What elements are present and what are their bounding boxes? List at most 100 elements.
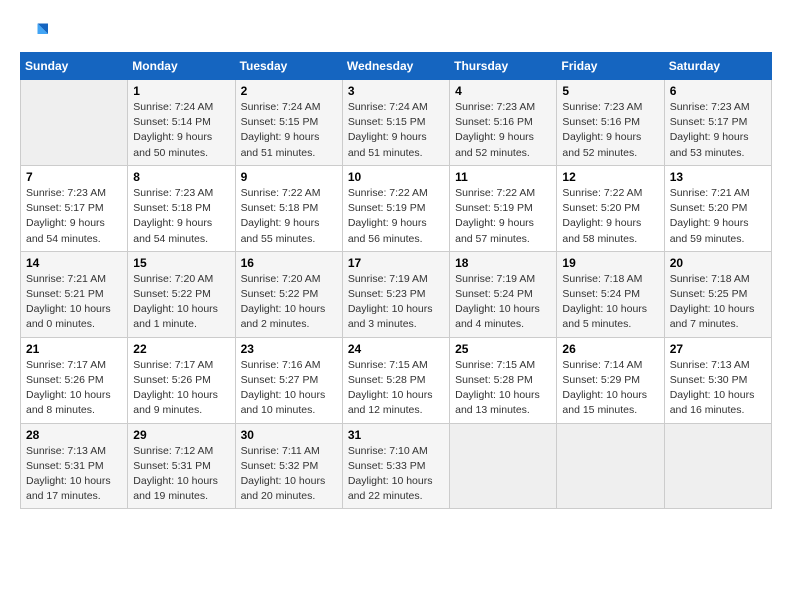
calendar-cell: 23 Sunrise: 7:16 AMSunset: 5:27 PMDayligh… [235,337,342,423]
page-header [20,20,772,48]
day-number: 12 [562,170,658,184]
day-number: 16 [241,256,337,270]
day-number: 22 [133,342,229,356]
calendar-cell: 29 Sunrise: 7:12 AMSunset: 5:31 PMDayligh… [128,423,235,509]
day-of-week-header: Thursday [450,53,557,80]
day-number: 14 [26,256,122,270]
calendar-cell [450,423,557,509]
calendar-cell: 25 Sunrise: 7:15 AMSunset: 5:28 PMDayligh… [450,337,557,423]
day-info: Sunrise: 7:22 AMSunset: 5:20 PMDaylight:… [562,186,658,247]
day-number: 17 [348,256,444,270]
day-info: Sunrise: 7:19 AMSunset: 5:24 PMDaylight:… [455,272,551,333]
calendar-cell: 9Sunrise: 7:22 AMSunset: 5:18 PMDaylight… [235,165,342,251]
calendar-cell: 20 Sunrise: 7:18 AMSunset: 5:25 PMDayligh… [664,251,771,337]
day-info: Sunrise: 7:11 AMSunset: 5:32 PMDaylight:… [241,444,337,505]
day-number: 5 [562,84,658,98]
day-number: 24 [348,342,444,356]
day-number: 30 [241,428,337,442]
day-of-week-header: Tuesday [235,53,342,80]
calendar-cell [664,423,771,509]
day-of-week-header: Friday [557,53,664,80]
calendar-cell: 22 Sunrise: 7:17 AMSunset: 5:26 PMDayligh… [128,337,235,423]
calendar-header-row: SundayMondayTuesdayWednesdayThursdayFrid… [21,53,772,80]
day-info: Sunrise: 7:13 AMSunset: 5:31 PMDaylight:… [26,444,122,505]
calendar-cell: 27Sunrise: 7:13 AMSunset: 5:30 PMDayligh… [664,337,771,423]
day-number: 25 [455,342,551,356]
calendar-cell: 14 Sunrise: 7:21 AMSunset: 5:21 PMDayligh… [21,251,128,337]
day-number: 9 [241,170,337,184]
day-number: 26 [562,342,658,356]
calendar-cell: 7Sunrise: 7:23 AMSunset: 5:17 PMDaylight… [21,165,128,251]
day-number: 1 [133,84,229,98]
day-info: Sunrise: 7:24 AMSunset: 5:15 PMDaylight:… [241,100,337,161]
calendar-week-row: 7Sunrise: 7:23 AMSunset: 5:17 PMDaylight… [21,165,772,251]
day-number: 3 [348,84,444,98]
day-of-week-header: Sunday [21,53,128,80]
calendar-cell: 19Sunrise: 7:18 AMSunset: 5:24 PMDayligh… [557,251,664,337]
day-number: 31 [348,428,444,442]
day-info: Sunrise: 7:23 AMSunset: 5:16 PMDaylight:… [562,100,658,161]
calendar-cell: 17 Sunrise: 7:19 AMSunset: 5:23 PMDayligh… [342,251,449,337]
logo-icon [20,20,48,48]
day-number: 4 [455,84,551,98]
calendar-cell: 16 Sunrise: 7:20 AMSunset: 5:22 PMDayligh… [235,251,342,337]
day-info: Sunrise: 7:21 AMSunset: 5:21 PMDaylight:… [26,272,122,333]
calendar-week-row: 21 Sunrise: 7:17 AMSunset: 5:26 PMDayligh… [21,337,772,423]
day-info: Sunrise: 7:17 AMSunset: 5:26 PMDaylight:… [133,358,229,419]
day-info: Sunrise: 7:15 AMSunset: 5:28 PMDaylight:… [455,358,551,419]
calendar-cell: 11 Sunrise: 7:22 AMSunset: 5:19 PMDayligh… [450,165,557,251]
day-info: Sunrise: 7:24 AMSunset: 5:14 PMDaylight:… [133,100,229,161]
calendar-cell: 5 Sunrise: 7:23 AMSunset: 5:16 PMDaylight… [557,80,664,166]
calendar-cell: 8 Sunrise: 7:23 AMSunset: 5:18 PMDaylight… [128,165,235,251]
day-info: Sunrise: 7:20 AMSunset: 5:22 PMDaylight:… [241,272,337,333]
day-info: Sunrise: 7:12 AMSunset: 5:31 PMDaylight:… [133,444,229,505]
calendar-cell [21,80,128,166]
calendar-cell: 13Sunrise: 7:21 AMSunset: 5:20 PMDayligh… [664,165,771,251]
calendar-cell: 31 Sunrise: 7:10 AMSunset: 5:33 PMDayligh… [342,423,449,509]
calendar-table: SundayMondayTuesdayWednesdayThursdayFrid… [20,52,772,509]
calendar-cell: 24 Sunrise: 7:15 AMSunset: 5:28 PMDayligh… [342,337,449,423]
day-number: 18 [455,256,551,270]
day-number: 8 [133,170,229,184]
calendar-cell: 6 Sunrise: 7:23 AMSunset: 5:17 PMDaylight… [664,80,771,166]
calendar-cell: 21 Sunrise: 7:17 AMSunset: 5:26 PMDayligh… [21,337,128,423]
day-number: 23 [241,342,337,356]
calendar-week-row: 28 Sunrise: 7:13 AMSunset: 5:31 PMDayligh… [21,423,772,509]
day-number: 21 [26,342,122,356]
day-number: 6 [670,84,766,98]
calendar-cell: 12 Sunrise: 7:22 AMSunset: 5:20 PMDayligh… [557,165,664,251]
calendar-cell: 18 Sunrise: 7:19 AMSunset: 5:24 PMDayligh… [450,251,557,337]
calendar-cell: 10Sunrise: 7:22 AMSunset: 5:19 PMDayligh… [342,165,449,251]
day-number: 13 [670,170,766,184]
day-info: Sunrise: 7:20 AMSunset: 5:22 PMDaylight:… [133,272,229,333]
day-info: Sunrise: 7:13 AMSunset: 5:30 PMDaylight:… [670,358,766,419]
day-of-week-header: Monday [128,53,235,80]
day-info: Sunrise: 7:10 AMSunset: 5:33 PMDaylight:… [348,444,444,505]
day-number: 20 [670,256,766,270]
logo [20,20,52,48]
calendar-cell: 4Sunrise: 7:23 AMSunset: 5:16 PMDaylight… [450,80,557,166]
calendar-cell [557,423,664,509]
calendar-cell: 1 Sunrise: 7:24 AMSunset: 5:14 PMDaylight… [128,80,235,166]
day-number: 15 [133,256,229,270]
day-info: Sunrise: 7:22 AMSunset: 5:19 PMDaylight:… [348,186,444,247]
day-info: Sunrise: 7:15 AMSunset: 5:28 PMDaylight:… [348,358,444,419]
calendar-week-row: 14 Sunrise: 7:21 AMSunset: 5:21 PMDayligh… [21,251,772,337]
day-number: 7 [26,170,122,184]
day-info: Sunrise: 7:24 AMSunset: 5:15 PMDaylight:… [348,100,444,161]
day-number: 11 [455,170,551,184]
day-info: Sunrise: 7:23 AMSunset: 5:17 PMDaylight:… [670,100,766,161]
day-info: Sunrise: 7:18 AMSunset: 5:24 PMDaylight:… [562,272,658,333]
day-number: 2 [241,84,337,98]
day-of-week-header: Wednesday [342,53,449,80]
day-info: Sunrise: 7:14 AMSunset: 5:29 PMDaylight:… [562,358,658,419]
day-info: Sunrise: 7:18 AMSunset: 5:25 PMDaylight:… [670,272,766,333]
day-info: Sunrise: 7:23 AMSunset: 5:18 PMDaylight:… [133,186,229,247]
calendar-cell: 28 Sunrise: 7:13 AMSunset: 5:31 PMDayligh… [21,423,128,509]
day-number: 29 [133,428,229,442]
day-info: Sunrise: 7:22 AMSunset: 5:19 PMDaylight:… [455,186,551,247]
day-info: Sunrise: 7:19 AMSunset: 5:23 PMDaylight:… [348,272,444,333]
day-number: 28 [26,428,122,442]
day-info: Sunrise: 7:17 AMSunset: 5:26 PMDaylight:… [26,358,122,419]
day-info: Sunrise: 7:16 AMSunset: 5:27 PMDaylight:… [241,358,337,419]
